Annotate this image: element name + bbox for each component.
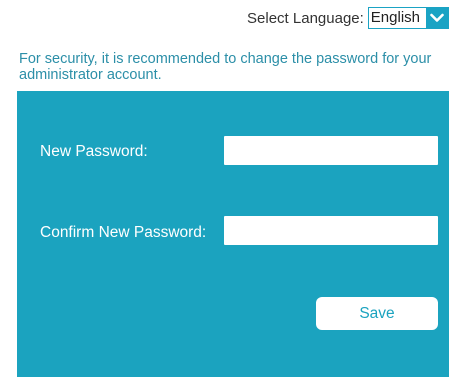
change-password-page: Select Language: English For security, i… <box>0 0 449 377</box>
new-password-label: New Password: <box>40 143 148 160</box>
confirm-password-label: Confirm New Password: <box>40 224 207 241</box>
chevron-down-icon[interactable] <box>426 8 448 28</box>
language-label: Select Language: <box>247 9 364 27</box>
language-selected-value[interactable]: English <box>368 8 426 28</box>
new-password-field[interactable] <box>224 136 438 165</box>
confirm-password-field[interactable] <box>224 216 438 245</box>
security-notice: For security, it is recommended to chang… <box>19 51 432 83</box>
language-select[interactable]: English <box>367 7 449 29</box>
language-selector-bar: Select Language: English <box>247 7 449 29</box>
password-form-panel: New Password: Confirm New Password: Save <box>17 91 449 377</box>
save-button[interactable]: Save <box>316 297 438 330</box>
